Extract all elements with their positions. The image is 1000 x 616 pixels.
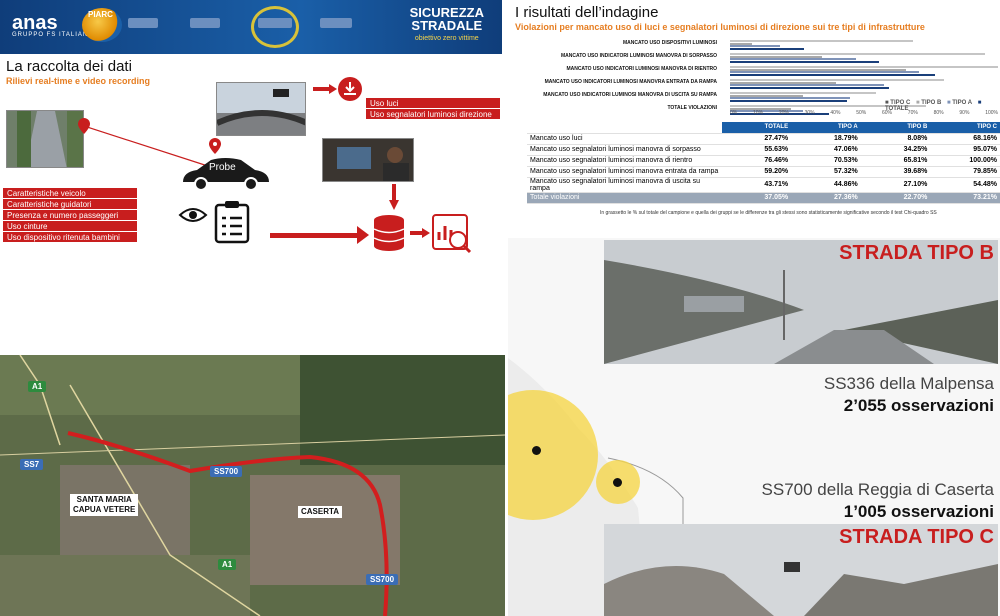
road-name-ss336: SS336 della Malpensa [823,374,994,393]
download-icon [338,77,362,101]
analyst-photo [322,138,414,182]
arrow-right-icon [313,84,337,94]
eye-icon [178,208,208,222]
vehicle-data-list: Caratteristiche veicolo Caratteristiche … [3,188,137,243]
slide-subtitle: Rilievi real-time e video recording [6,76,151,86]
probe-label: Probe [209,162,236,173]
header-banner: anas GRUPPO FS ITALIANE PIARC SICUREZZA ST… [0,0,502,54]
road-type-b-heading: STRADA TIPO B [839,242,994,264]
road-name-ss700: SS700 della Reggia di Caserta [761,480,994,499]
place-label-santa-maria: SANTA MARIA CAPUA VETERE [70,494,139,516]
column-header: TIPO A [791,122,861,134]
column-header: TOTALE [721,122,792,134]
location-pin-icon [209,138,221,154]
list-item: Uso segnalatori luminosi direzione [366,109,500,120]
blurred-logo [128,18,158,28]
list-item: Uso cinture [3,221,137,232]
map-terrain [0,355,505,616]
chart-x-axis: 0% 10% 20% 30% 40% 50% 60% 70% 80% 90% 100% [730,110,998,116]
chart-bar [730,47,804,50]
highway-aerial-photo [6,110,84,168]
blurred-logo [190,18,220,28]
chart-row-label: MANCATO USO INDICATORI LUMINOSI MANOVRA … [543,92,717,98]
results-title: I risultati dell’indagine [515,4,659,21]
road-label-ss700: SS700 [210,466,243,477]
road-label-ss700: SS700 [366,574,399,585]
road-type-c-heading: STRADA TIPO C [839,526,994,548]
list-item: Caratteristiche veicolo [3,188,137,199]
road-types-slide: STRADA TIPO B SS336 della Malpensa 2’055… [508,238,1000,616]
table-row: Mancato uso luci 27.47% 18.79% 8.08% 68.16% [527,133,1000,145]
sicurezza-stradale-logo: SICUREZZA STRADALE obiettivo zero vittime [409,5,484,42]
arrow-right-icon [410,228,430,238]
dashcam-photo [216,82,306,136]
list-item: Uso luci [366,98,500,109]
database-icon [373,215,405,251]
observations-count: 1’005 osservazioni [843,502,994,521]
results-slide: I risultati dell’indagine Violazioni per… [505,0,1000,226]
piarc-logo: PIARC [82,8,122,42]
location-dot [532,446,541,455]
chart-row-label: TOTALE VIOLAZIONI [667,105,717,111]
arrow-right-icon [357,226,369,244]
table-row: Mancato uso segnalatori luminosi manovra… [527,166,1000,178]
list-item: Presenza e numero passeggeri [3,210,137,221]
blurred-logo [320,18,352,28]
arrow-down-icon [389,184,399,210]
legend-item: ■ TIPO A [946,100,973,106]
satellite-map[interactable]: A1 SS7 SS700 A1 SS700 SANTA MARIA CAPUA V… [0,355,505,616]
chart-row-label: MANCATO USO INDICATORI LUMINOSI MANOVRA … [560,53,717,59]
table-row: Mancato uso segnalatori luminosi manovra… [527,155,1000,167]
chart-row-label: MANCATO USO INDICATORI LUMINOSI MANOVRA … [566,66,717,72]
chart-bar [730,99,848,102]
table-row: Mancato uso segnalatori luminosi manovra… [527,177,1000,193]
list-item: Caratteristiche guidatori [3,199,137,210]
lights-data-list: Uso luci Uso segnalatori luminosi direzi… [366,98,500,120]
road-label-ss7: SS7 [20,459,44,470]
chart-bar [730,86,889,89]
blurred-logo [258,18,292,28]
data-collection-slide: anas GRUPPO FS ITALIANE PIARC SICUREZZA ST… [0,0,502,300]
table-footnote: In grassetto le % sul totale del campion… [600,210,937,216]
chart-bar [730,60,880,63]
results-table: TOTALE TIPO A TIPO B TIPO C Mancato uso … [527,122,1000,204]
results-subtitle: Violazioni per mancato uso di luci e seg… [515,22,925,32]
road-label-a1: A1 [28,381,47,392]
chart-bar [730,73,935,76]
clipboard-icon [214,201,250,244]
slide-title: La raccolta dei dati [6,58,132,75]
observations-count: 2’055 osservazioni [843,396,994,415]
legend-item: ■ TIPO B [915,100,942,106]
chart-row-label: MANCATO USO INDICATORI LUMINOSI MANOVRA … [544,79,717,85]
road-label-a1: A1 [218,559,237,570]
chart-row-label: MANCATO USO DISPOSITIVI LUMINOSI [623,40,717,46]
table-total-row: Totale violazioni 37.05% 27.36% 22.70% 73.21… [527,192,1000,204]
list-item: Uso dispositivo ritenuta bambini [3,232,137,243]
place-label-caserta: CASERTA [298,506,343,518]
location-dot [613,478,622,487]
chart-bar [730,40,913,42]
table-row: Mancato uso segnalatori luminosi manovra… [527,144,1000,156]
flow-arrow [270,233,360,238]
table-header-row: TOTALE TIPO A TIPO B TIPO C [527,122,1000,134]
column-header: TIPO B [860,122,931,134]
analytics-icon [432,214,472,254]
column-header: TIPO C [930,122,1000,134]
